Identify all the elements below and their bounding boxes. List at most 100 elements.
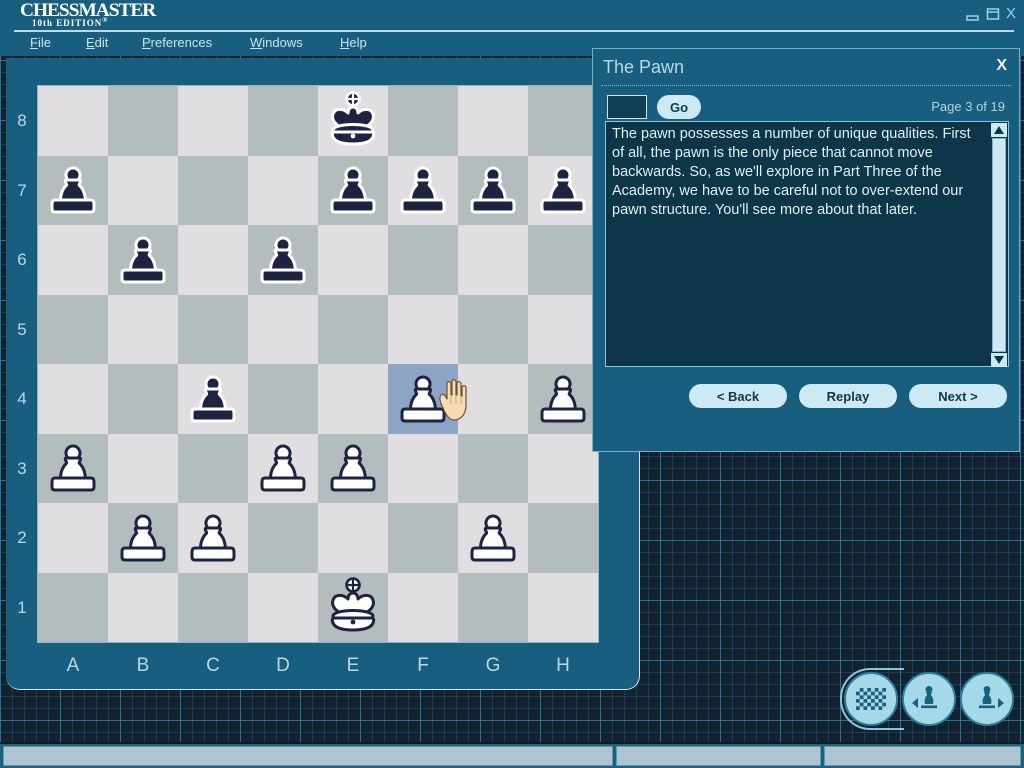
board-square-b8[interactable] bbox=[108, 86, 178, 156]
board-square-d2[interactable] bbox=[248, 503, 318, 573]
maximize-icon[interactable] bbox=[986, 7, 1000, 21]
bottom-toolbar bbox=[840, 668, 1016, 730]
back-button[interactable]: < Back bbox=[689, 384, 787, 408]
board-square-f6[interactable] bbox=[388, 225, 458, 295]
board-square-d3[interactable] bbox=[248, 433, 318, 503]
chessboard-view-button[interactable] bbox=[844, 672, 898, 726]
board-square-h2[interactable] bbox=[528, 503, 598, 573]
board-square-f3[interactable] bbox=[388, 433, 458, 503]
board-square-c6[interactable] bbox=[178, 225, 248, 295]
board-square-c8[interactable] bbox=[178, 86, 248, 156]
board-square-f5[interactable] bbox=[388, 294, 458, 364]
menu-item-preferences[interactable]: Preferences bbox=[138, 32, 216, 54]
board-square-a1[interactable] bbox=[38, 572, 108, 642]
board-square-e8[interactable] bbox=[318, 86, 388, 156]
board-square-d1[interactable] bbox=[248, 572, 318, 642]
app-logo: CHESSMASTER 10th EDITION® bbox=[20, 1, 170, 29]
board-square-g5[interactable] bbox=[458, 294, 528, 364]
go-button[interactable]: Go bbox=[657, 95, 701, 119]
board-square-h6[interactable] bbox=[528, 225, 598, 295]
board-square-a2[interactable] bbox=[38, 503, 108, 573]
board-square-e3[interactable] bbox=[318, 433, 388, 503]
board-square-c5[interactable] bbox=[178, 294, 248, 364]
board-square-g7[interactable] bbox=[458, 155, 528, 225]
replay-button[interactable]: Replay bbox=[799, 384, 897, 408]
menu-item-help[interactable]: Help bbox=[336, 32, 371, 54]
board-square-b2[interactable] bbox=[108, 503, 178, 573]
board-square-e6[interactable] bbox=[318, 225, 388, 295]
board-square-a3[interactable] bbox=[38, 433, 108, 503]
menu-item-file[interactable]: File bbox=[26, 32, 55, 54]
board-square-a5[interactable] bbox=[38, 294, 108, 364]
scroll-down-arrow[interactable] bbox=[991, 353, 1007, 367]
board-square-g4[interactable] bbox=[458, 364, 528, 434]
status-panel-3 bbox=[824, 746, 1021, 766]
board-square-a8[interactable] bbox=[38, 86, 108, 156]
board-square-b3[interactable] bbox=[108, 433, 178, 503]
page-number-input[interactable] bbox=[607, 95, 647, 119]
next-move-button[interactable] bbox=[960, 672, 1014, 726]
panel-close-icon[interactable]: X bbox=[996, 57, 1007, 75]
board-square-b6[interactable] bbox=[108, 225, 178, 295]
board-square-h4[interactable] bbox=[528, 364, 598, 434]
board-square-d5[interactable] bbox=[248, 294, 318, 364]
status-panel-1 bbox=[3, 746, 613, 766]
lesson-text-box: The pawn possesses a number of unique qu… bbox=[605, 121, 1009, 367]
board-square-h3[interactable] bbox=[528, 433, 598, 503]
chessboard[interactable] bbox=[38, 86, 598, 642]
scrollbar-thumb[interactable] bbox=[992, 138, 1006, 352]
board-square-d8[interactable] bbox=[248, 86, 318, 156]
scroll-up-arrow[interactable] bbox=[991, 123, 1007, 137]
board-square-c4[interactable] bbox=[178, 364, 248, 434]
board-square-a6[interactable] bbox=[38, 225, 108, 295]
board-square-g1[interactable] bbox=[458, 572, 528, 642]
board-square-e5[interactable] bbox=[318, 294, 388, 364]
board-square-h8[interactable] bbox=[528, 86, 598, 156]
board-square-g2[interactable] bbox=[458, 503, 528, 573]
window-controls: X bbox=[966, 4, 1016, 24]
minimize-icon[interactable] bbox=[966, 7, 980, 21]
board-square-c2[interactable] bbox=[178, 503, 248, 573]
board-square-g3[interactable] bbox=[458, 433, 528, 503]
board-square-g8[interactable] bbox=[458, 86, 528, 156]
previous-move-button[interactable] bbox=[902, 672, 956, 726]
menu-item-edit[interactable]: Edit bbox=[82, 32, 112, 54]
board-square-b1[interactable] bbox=[108, 572, 178, 642]
page-counter: Page 3 of 19 bbox=[931, 99, 1005, 114]
file-label-D: D bbox=[276, 655, 290, 676]
file-label-E: E bbox=[346, 655, 360, 676]
board-square-b4[interactable] bbox=[108, 364, 178, 434]
board-square-h1[interactable] bbox=[528, 572, 598, 642]
board-square-f2[interactable] bbox=[388, 503, 458, 573]
close-icon[interactable]: X bbox=[1006, 4, 1016, 24]
board-square-f1[interactable] bbox=[388, 572, 458, 642]
panel-button-row: < Back Replay Next > bbox=[593, 379, 1021, 413]
next-button[interactable]: Next > bbox=[909, 384, 1007, 408]
board-square-f4[interactable] bbox=[388, 364, 458, 434]
board-square-h5[interactable] bbox=[528, 294, 598, 364]
board-square-c3[interactable] bbox=[178, 433, 248, 503]
rank-label-1: 1 bbox=[17, 597, 27, 617]
lesson-scrollbar[interactable] bbox=[991, 123, 1007, 367]
lesson-text: The pawn possesses a number of unique qu… bbox=[612, 126, 971, 218]
board-square-d7[interactable] bbox=[248, 155, 318, 225]
board-square-d6[interactable] bbox=[248, 225, 318, 295]
board-square-b5[interactable] bbox=[108, 294, 178, 364]
board-square-f8[interactable] bbox=[388, 86, 458, 156]
board-square-b7[interactable] bbox=[108, 155, 178, 225]
board-square-c1[interactable] bbox=[178, 572, 248, 642]
board-square-c7[interactable] bbox=[178, 155, 248, 225]
menu-item-windows[interactable]: Windows bbox=[246, 32, 307, 54]
board-square-e7[interactable] bbox=[318, 155, 388, 225]
board-square-a7[interactable] bbox=[38, 155, 108, 225]
board-square-a4[interactable] bbox=[38, 364, 108, 434]
board-square-e4[interactable] bbox=[318, 364, 388, 434]
board-square-g6[interactable] bbox=[458, 225, 528, 295]
board-square-e1[interactable] bbox=[318, 572, 388, 642]
board-square-f7[interactable] bbox=[388, 155, 458, 225]
tutorial-panel: The Pawn X Go Page 3 of 19 The pawn poss… bbox=[592, 48, 1020, 452]
file-labels: A B C D E F G H bbox=[38, 646, 598, 686]
board-square-e2[interactable] bbox=[318, 503, 388, 573]
board-square-d4[interactable] bbox=[248, 364, 318, 434]
board-square-h7[interactable] bbox=[528, 155, 598, 225]
